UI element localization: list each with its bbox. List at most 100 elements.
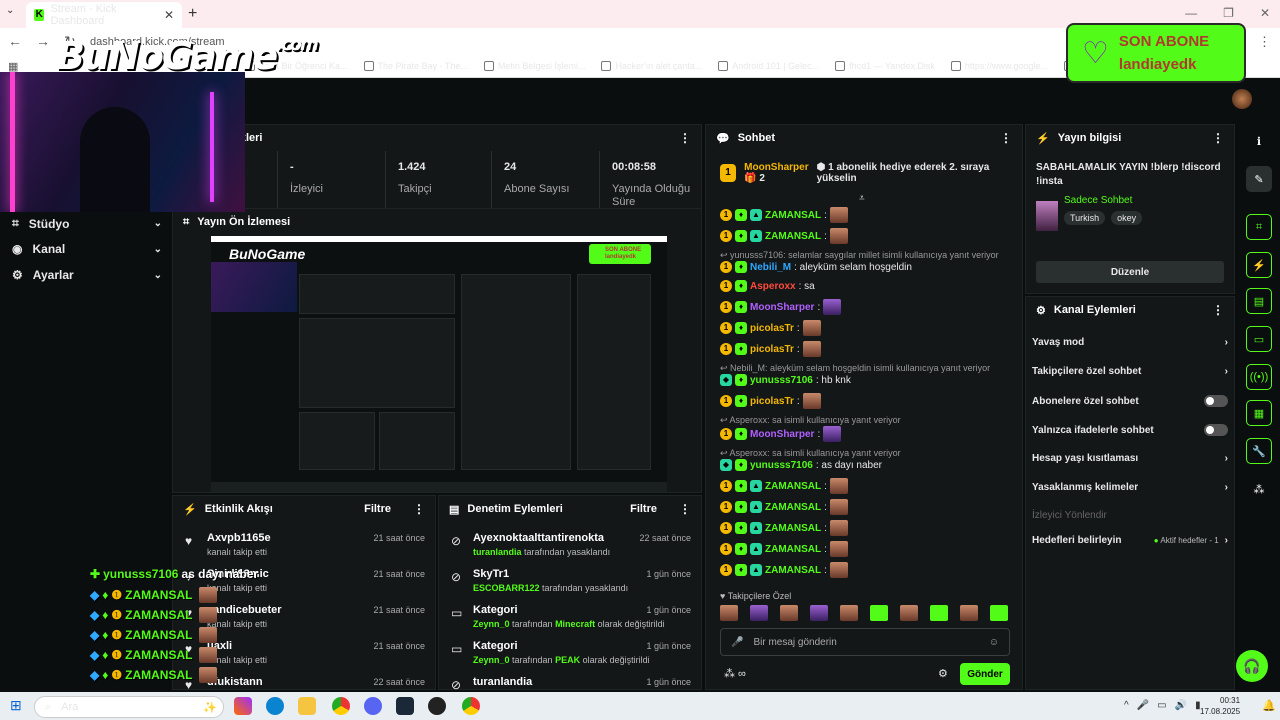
emote[interactable]: [840, 605, 858, 621]
camera-icon[interactable]: ⌗: [1246, 214, 1272, 240]
steam-icon[interactable]: [396, 697, 414, 715]
chrome-icon[interactable]: [332, 697, 350, 715]
chat-username[interactable]: ZAMANSAL: [765, 481, 821, 492]
bookmark-item[interactable]: fhcd1 — Yandex.Disk: [835, 61, 935, 71]
toggle-switch[interactable]: [1204, 424, 1228, 436]
scroll-down-icon[interactable]: ⩡: [859, 193, 865, 204]
chat-message[interactable]: 1 ♦ Asperoxx: sa: [720, 280, 815, 292]
more-icon[interactable]: ⋮: [679, 502, 691, 516]
pinned-gift-leader[interactable]: 1 MoonSharper 🎁 2 ⬢ 1 abonelik hediye ed…: [706, 153, 1024, 193]
edge-icon[interactable]: [266, 697, 284, 715]
moderator-name[interactable]: turanlandia: [473, 547, 522, 557]
channel-action-row[interactable]: Yalnızca ifadelerle sohbet: [1032, 424, 1228, 436]
microphone-icon[interactable]: 🎤: [731, 637, 743, 648]
chat-username[interactable]: ZAMANSAL: [765, 210, 821, 221]
chat-message[interactable]: ◆ ♦ yunusss7106: hb knk: [720, 374, 851, 386]
close-tab-icon[interactable]: ✕: [164, 8, 174, 22]
tag[interactable]: Turkish: [1064, 211, 1106, 225]
emote[interactable]: [930, 605, 948, 621]
taskbar-clock[interactable]: 00:31 17.08.2025: [1200, 695, 1240, 717]
notification-icon[interactable]: 🔔: [1262, 699, 1276, 712]
sidebar-item-studyo[interactable]: ⌗ Stüdyo ⌄: [12, 216, 162, 231]
wrench-icon[interactable]: 🔧: [1246, 438, 1272, 464]
close-window-icon[interactable]: ✕: [1260, 6, 1270, 20]
browser-menu-icon[interactable]: ⋮: [1258, 34, 1271, 50]
tab-search-icon[interactable]: ⌄: [6, 5, 14, 16]
moderation-filter-button[interactable]: Filtre: [630, 503, 657, 515]
chat-message[interactable]: 1 ♦ picolasTr:: [720, 320, 821, 336]
channel-action-row[interactable]: Abonelere özel sohbet: [1032, 395, 1228, 407]
chat-username[interactable]: ZAMANSAL: [765, 565, 821, 576]
chrome-icon[interactable]: [462, 697, 480, 715]
chat-input[interactable]: 🎤 Bir mesaj gönderin ☺: [720, 628, 1010, 656]
moderator-name[interactable]: Zeynn_0: [473, 619, 510, 629]
chevron-up-icon[interactable]: ^: [1124, 700, 1129, 711]
broadcast-icon[interactable]: ((•)): [1246, 364, 1272, 390]
chat-username[interactable]: picolasTr: [750, 344, 794, 355]
chat-username[interactable]: MoonSharper: [750, 429, 814, 440]
volume-icon[interactable]: 🔊: [1175, 700, 1187, 711]
channel-action-row[interactable]: Takipçilere özel sohbet ›: [1032, 366, 1228, 377]
apps-icon[interactable]: ⁂: [1246, 476, 1272, 502]
chat-message[interactable]: ◆ ♦ yunusss7106: as dayı naber: [720, 459, 882, 471]
chat-icon[interactable]: ▭: [1246, 326, 1272, 352]
support-chat-button[interactable]: 🎧: [1236, 650, 1268, 682]
copilot-icon[interactable]: [234, 697, 252, 715]
chat-message[interactable]: 1 ♦ picolasTr:: [720, 393, 821, 409]
emote[interactable]: [900, 605, 918, 621]
chat-username[interactable]: yunusss7106: [750, 460, 813, 471]
forward-icon[interactable]: →: [36, 33, 50, 50]
chat-message[interactable]: 1 ♦ Nebili_M: aleyküm selam hoşgeldin: [720, 261, 912, 273]
new-tab-icon[interactable]: +: [188, 5, 197, 23]
chat-message[interactable]: 1 ♦ MoonSharper:: [720, 299, 842, 315]
more-icon[interactable]: ⋮: [1212, 131, 1224, 145]
toggle-switch[interactable]: [1204, 395, 1228, 407]
network-icon[interactable]: ▭: [1157, 700, 1166, 711]
chat-message[interactable]: 1 ♦ ▲ ZAMANSAL:: [720, 207, 848, 223]
chat-message[interactable]: 1 ♦ ▲ ZAMANSAL:: [720, 541, 848, 557]
more-icon[interactable]: ⋮: [679, 131, 691, 145]
chat-message[interactable]: 1 ♦ ▲ ZAMANSAL:: [720, 228, 848, 244]
info-icon[interactable]: ℹ: [1246, 128, 1272, 154]
send-button[interactable]: Gönder: [960, 663, 1010, 685]
document-icon[interactable]: ▤: [1246, 288, 1272, 314]
maximize-icon[interactable]: ❐: [1223, 6, 1234, 20]
category-link[interactable]: Sadece Sohbet: [1064, 195, 1132, 206]
chat-username[interactable]: yunusss7106: [750, 375, 813, 386]
stream-preview-video[interactable]: BuNoGame SON ABONE landiayedk: [211, 236, 667, 492]
set-goals-row[interactable]: Hedefleri belirleyin ● Aktif hedefler - …: [1032, 535, 1228, 546]
discord-icon[interactable]: [364, 697, 382, 715]
sidebar-item-ayarlar[interactable]: ⚙ Ayarlar ⌄: [12, 268, 162, 282]
chat-message[interactable]: 1 ♦ ▲ ZAMANSAL:: [720, 520, 848, 536]
channel-action-row[interactable]: Yasaklanmış kelimeler ›: [1032, 482, 1228, 493]
channel-action-row[interactable]: Yavaş mod ›: [1032, 337, 1228, 348]
chat-username[interactable]: ZAMANSAL: [765, 231, 821, 242]
sidebar-item-kanal[interactable]: ◉ Kanal ⌄: [12, 242, 162, 256]
chat-message[interactable]: 1 ♦ ▲ ZAMANSAL:: [720, 478, 848, 494]
file-explorer-icon[interactable]: [298, 697, 316, 715]
bookmark-item[interactable]: The Pirate Bay - The...: [363, 61, 468, 71]
chat-username[interactable]: ZAMANSAL: [765, 523, 821, 534]
chat-username[interactable]: Asperoxx: [750, 281, 796, 292]
bookmark-item[interactable]: https://www.google...: [950, 61, 1048, 71]
bookmark-item[interactable]: Metin Belgesi İşlemi...: [483, 61, 585, 71]
more-icon[interactable]: ⋮: [1000, 131, 1012, 145]
emote[interactable]: [780, 605, 798, 621]
back-icon[interactable]: ←: [8, 33, 22, 50]
emoji-icon[interactable]: ☺: [989, 637, 999, 648]
chat-username[interactable]: MoonSharper: [750, 302, 814, 313]
chat-username[interactable]: picolasTr: [750, 396, 794, 407]
chat-username[interactable]: ZAMANSAL: [765, 502, 821, 513]
chat-username[interactable]: Nebili_M: [750, 262, 791, 273]
chat-message[interactable]: 1 ♦ picolasTr:: [720, 341, 821, 357]
windows-start-icon[interactable]: ⊞: [10, 697, 22, 714]
pencil-icon[interactable]: ✎: [1246, 166, 1272, 192]
bolt-icon[interactable]: ⚡: [1246, 252, 1272, 278]
emote[interactable]: [960, 605, 978, 621]
emote[interactable]: [720, 605, 738, 621]
browser-tab[interactable]: K Stream - Kick Dashboard ✕: [26, 2, 182, 28]
chat-message[interactable]: 1 ♦ ▲ ZAMANSAL:: [720, 499, 848, 515]
emote[interactable]: [750, 605, 768, 621]
more-icon[interactable]: ⋮: [413, 502, 425, 516]
chat-message[interactable]: 1 ♦ ▲ ZAMANSAL:: [720, 562, 848, 578]
